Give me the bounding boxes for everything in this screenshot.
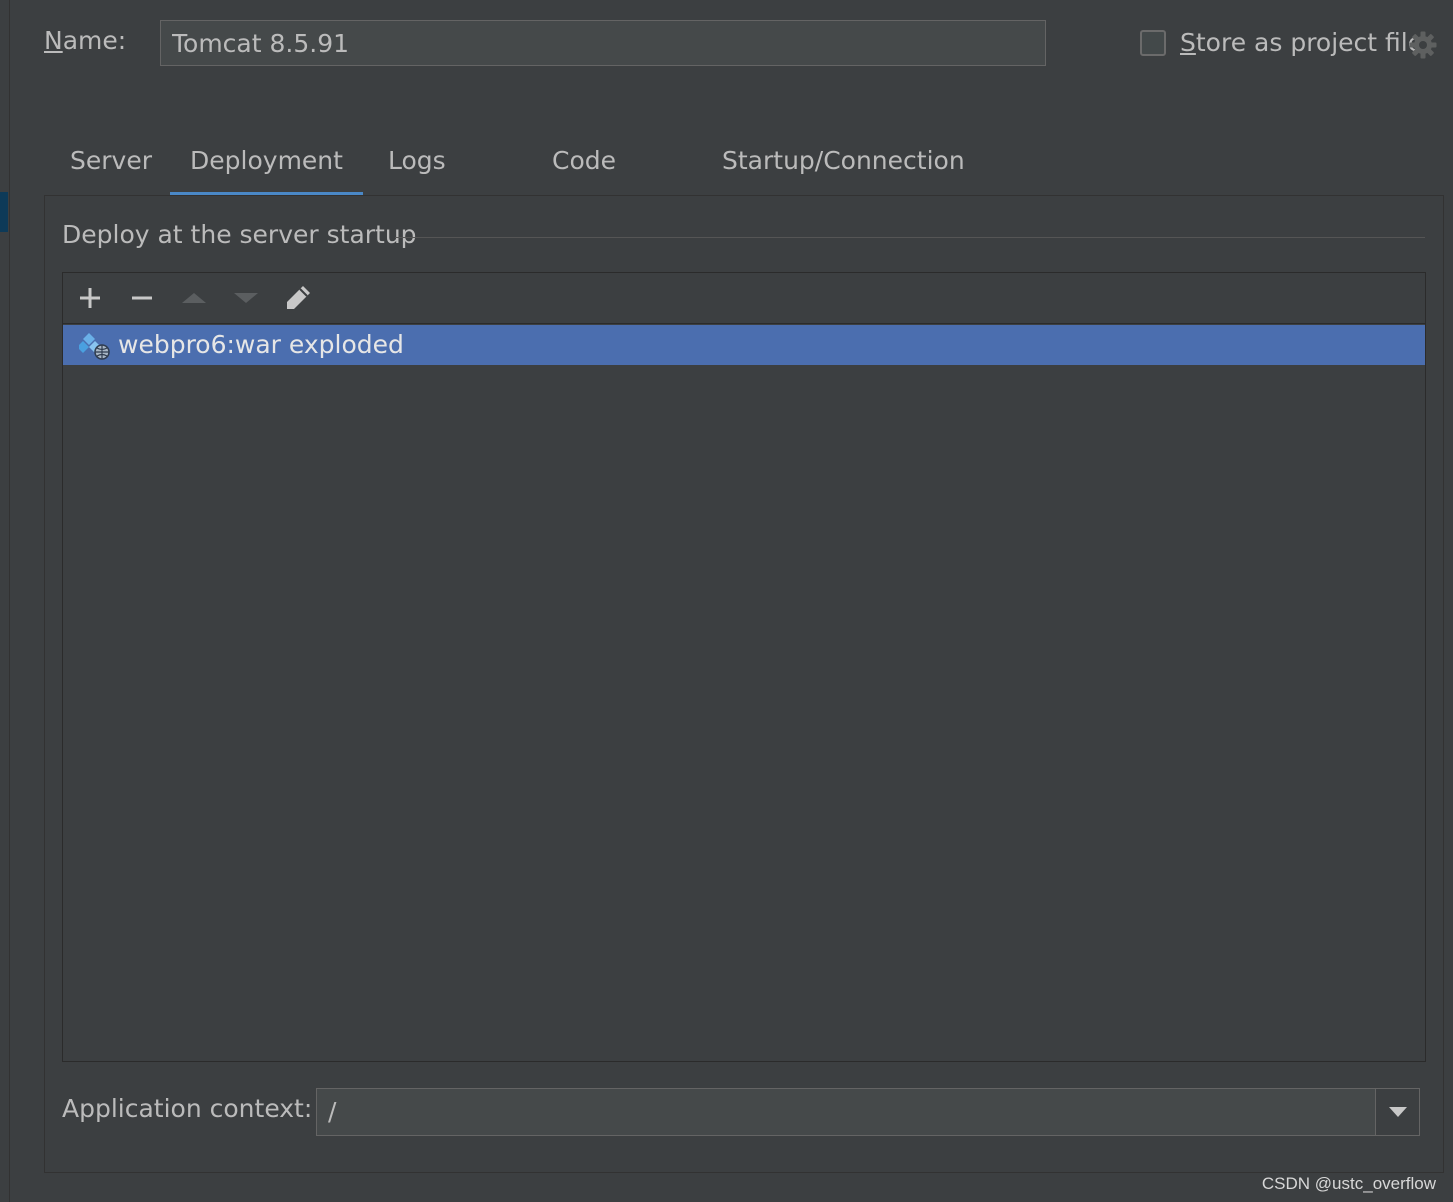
chevron-down-icon [1389, 1107, 1407, 1117]
web-artifact-icon [79, 333, 110, 360]
store-label-text: tore as project file [1195, 28, 1424, 57]
remove-icon[interactable] [127, 283, 157, 313]
watermark: CSDN @ustc_overflow [1261, 1174, 1436, 1193]
tab-logs[interactable]: Logs [388, 130, 446, 192]
add-icon[interactable] [75, 283, 105, 313]
sidebar-selection-marker [0, 192, 8, 232]
gear-icon[interactable] [1408, 30, 1438, 60]
name-input[interactable] [160, 20, 1046, 66]
tab-startup-connection[interactable]: Startup/Connection [722, 130, 965, 192]
name-label-mnemonic: N [44, 26, 63, 55]
tab-server[interactable]: Server [70, 130, 152, 192]
artifact-label: webpro6:war exploded [118, 330, 404, 359]
application-context-combobox[interactable]: / [316, 1088, 1420, 1136]
edit-icon[interactable] [283, 283, 313, 313]
dropdown-button[interactable] [1375, 1089, 1419, 1135]
application-context-value[interactable]: / [328, 1089, 336, 1135]
artifact-list[interactable] [62, 272, 1426, 1062]
move-up-icon[interactable] [179, 283, 209, 313]
tab-code-coverage[interactable]: Code Coverage [494, 130, 674, 237]
move-down-icon[interactable] [231, 283, 261, 313]
tab-deployment[interactable]: Deployment [170, 130, 363, 196]
artifact-toolbar [63, 273, 1425, 324]
name-label-text: ame: [62, 26, 127, 55]
list-item[interactable]: webpro6:war exploded [63, 325, 1425, 365]
section-divider [395, 237, 1425, 238]
application-context-label: Application context: [62, 1094, 313, 1123]
store-label-mnemonic: S [1180, 28, 1196, 57]
section-title: Deploy at the server startup [62, 220, 417, 249]
store-as-project-file-checkbox[interactable] [1140, 30, 1166, 56]
left-sidebar-edge [0, 0, 10, 1202]
run-configuration-dialog: Name: Store as project file Server Deplo… [0, 0, 1453, 1202]
store-as-project-file-label[interactable]: Store as project file [1180, 28, 1423, 57]
name-label: Name: [44, 26, 126, 55]
